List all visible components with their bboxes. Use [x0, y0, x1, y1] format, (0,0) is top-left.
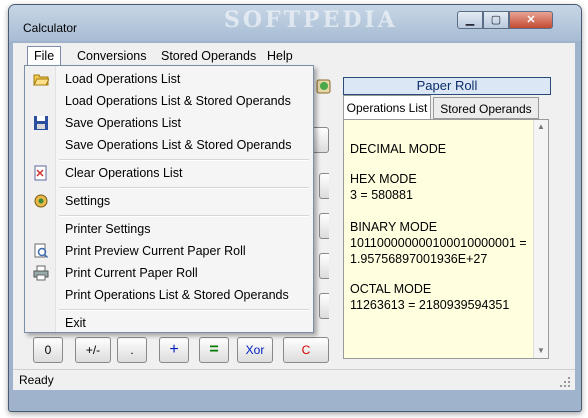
menu-item-label: Exit	[65, 316, 86, 330]
menu-item-print-paper-roll[interactable]: Print Current Paper Roll	[27, 262, 311, 284]
keypad-button-hidden-3[interactable]	[319, 213, 329, 239]
tab-operations-list[interactable]: Operations List	[343, 95, 431, 119]
maximize-button[interactable]: ▢	[483, 11, 509, 29]
roll-line: OCTAL MODE	[350, 282, 432, 296]
menu-item-label: Print Current Paper Roll	[65, 266, 198, 280]
roll-line: 11263613 = 2180939594351	[350, 298, 510, 312]
menu-item-load-operations-list[interactable]: Load Operations List	[27, 68, 311, 90]
menu-item-settings[interactable]: Settings	[27, 190, 311, 212]
paper-roll-text[interactable]: DECIMAL MODE HEX MODE 3 = 580881 BINARY …	[343, 119, 549, 359]
menu-item-label: Save Operations List & Stored Operands	[65, 138, 292, 152]
toolbar-app-icon[interactable]	[315, 77, 333, 95]
roll-line: 1.95756897001936E+27	[350, 252, 488, 266]
keypad-button-hidden-4[interactable]	[319, 253, 329, 279]
keypad-button-hidden-2[interactable]	[319, 173, 329, 199]
menu-item-label: Clear Operations List	[65, 166, 183, 180]
menu-item-label: Load Operations List	[65, 72, 181, 86]
menu-item-exit[interactable]: Exit	[27, 312, 311, 334]
paper-roll-title: Paper Roll	[343, 77, 551, 95]
roll-line: 3 = 580881	[350, 188, 413, 202]
clear-list-icon	[34, 165, 47, 181]
keypad-xor-button[interactable]: Xor	[237, 337, 273, 363]
printer-icon	[33, 265, 49, 281]
keypad-button-hidden-5[interactable]	[319, 293, 329, 319]
menu-item-label: Settings	[65, 194, 111, 208]
keypad-clear-button[interactable]: C	[283, 337, 329, 363]
keypad-equals-button[interactable]: =	[199, 337, 229, 363]
menu-separator	[59, 187, 309, 189]
menu-item-label: Print Operations List & Stored Operands	[65, 288, 289, 302]
roll-line: 101100000000100010000001 =	[350, 236, 527, 250]
keypad-plus-button[interactable]: +	[159, 337, 189, 363]
title-bar[interactable]: Calculator SOFTPEDIA ▁ ▢ ✕	[9, 5, 581, 41]
close-icon: ✕	[526, 14, 536, 26]
menu-separator	[59, 309, 309, 311]
settings-icon	[34, 194, 48, 208]
menu-item-label: Save Operations List	[65, 116, 182, 130]
close-button[interactable]: ✕	[509, 11, 553, 29]
keypad-decimal-button[interactable]: .	[117, 337, 147, 363]
maximize-icon: ▢	[490, 14, 502, 26]
resize-grip-icon[interactable]	[559, 376, 571, 388]
menu-item-label: Print Preview Current Paper Roll	[65, 244, 246, 258]
keypad-sign-button[interactable]: +/-	[75, 337, 111, 363]
menu-item-label: Printer Settings	[65, 222, 151, 236]
roll-line: DECIMAL MODE	[350, 142, 447, 156]
menu-item-save-operations-list[interactable]: Save Operations List	[27, 112, 311, 134]
status-bar: Ready	[13, 369, 575, 390]
roll-line: HEX MODE	[350, 172, 417, 186]
softpedia-watermark: SOFTPEDIA	[224, 7, 398, 33]
paper-roll-scrollbar[interactable]: ▲ ▼	[533, 120, 548, 358]
minimize-icon: ▁	[465, 14, 475, 26]
menu-item-printer-settings[interactable]: Printer Settings	[27, 218, 311, 240]
status-text: Ready	[19, 373, 54, 387]
menu-file[interactable]: File	[27, 46, 62, 66]
menu-item-load-operations-list-stored[interactable]: Load Operations List & Stored Operands	[27, 90, 311, 112]
menu-conversions[interactable]: Conversions	[71, 47, 152, 65]
folder-open-icon	[33, 74, 49, 86]
floppy-disk-icon	[34, 116, 48, 130]
scroll-down-icon[interactable]: ▼	[534, 344, 548, 358]
menu-separator	[59, 159, 309, 161]
file-menu-dropdown: Load Operations List Load Operations Lis…	[24, 65, 314, 333]
menu-stored-operands[interactable]: Stored Operands	[155, 47, 262, 65]
menu-item-save-operations-list-stored[interactable]: Save Operations List & Stored Operands	[27, 134, 311, 156]
menu-item-print-operations-stored[interactable]: Print Operations List & Stored Operands	[27, 284, 311, 306]
scroll-up-icon[interactable]: ▲	[534, 120, 548, 134]
keypad-zero-button[interactable]: 0	[33, 337, 63, 363]
roll-line: BINARY MODE	[350, 220, 438, 234]
menu-help[interactable]: Help	[261, 47, 299, 65]
menu-item-print-preview[interactable]: Print Preview Current Paper Roll	[27, 240, 311, 262]
menu-bar: File Conversions Stored Operands Help	[13, 43, 575, 67]
menu-separator	[59, 215, 309, 217]
menu-item-clear-operations-list[interactable]: Clear Operations List	[27, 162, 311, 184]
menu-item-label: Load Operations List & Stored Operands	[65, 94, 291, 108]
print-preview-icon	[34, 243, 49, 259]
minimize-button[interactable]: ▁	[457, 11, 483, 29]
tab-stored-operands[interactable]: Stored Operands	[433, 97, 539, 119]
window-title: Calculator	[23, 21, 78, 35]
